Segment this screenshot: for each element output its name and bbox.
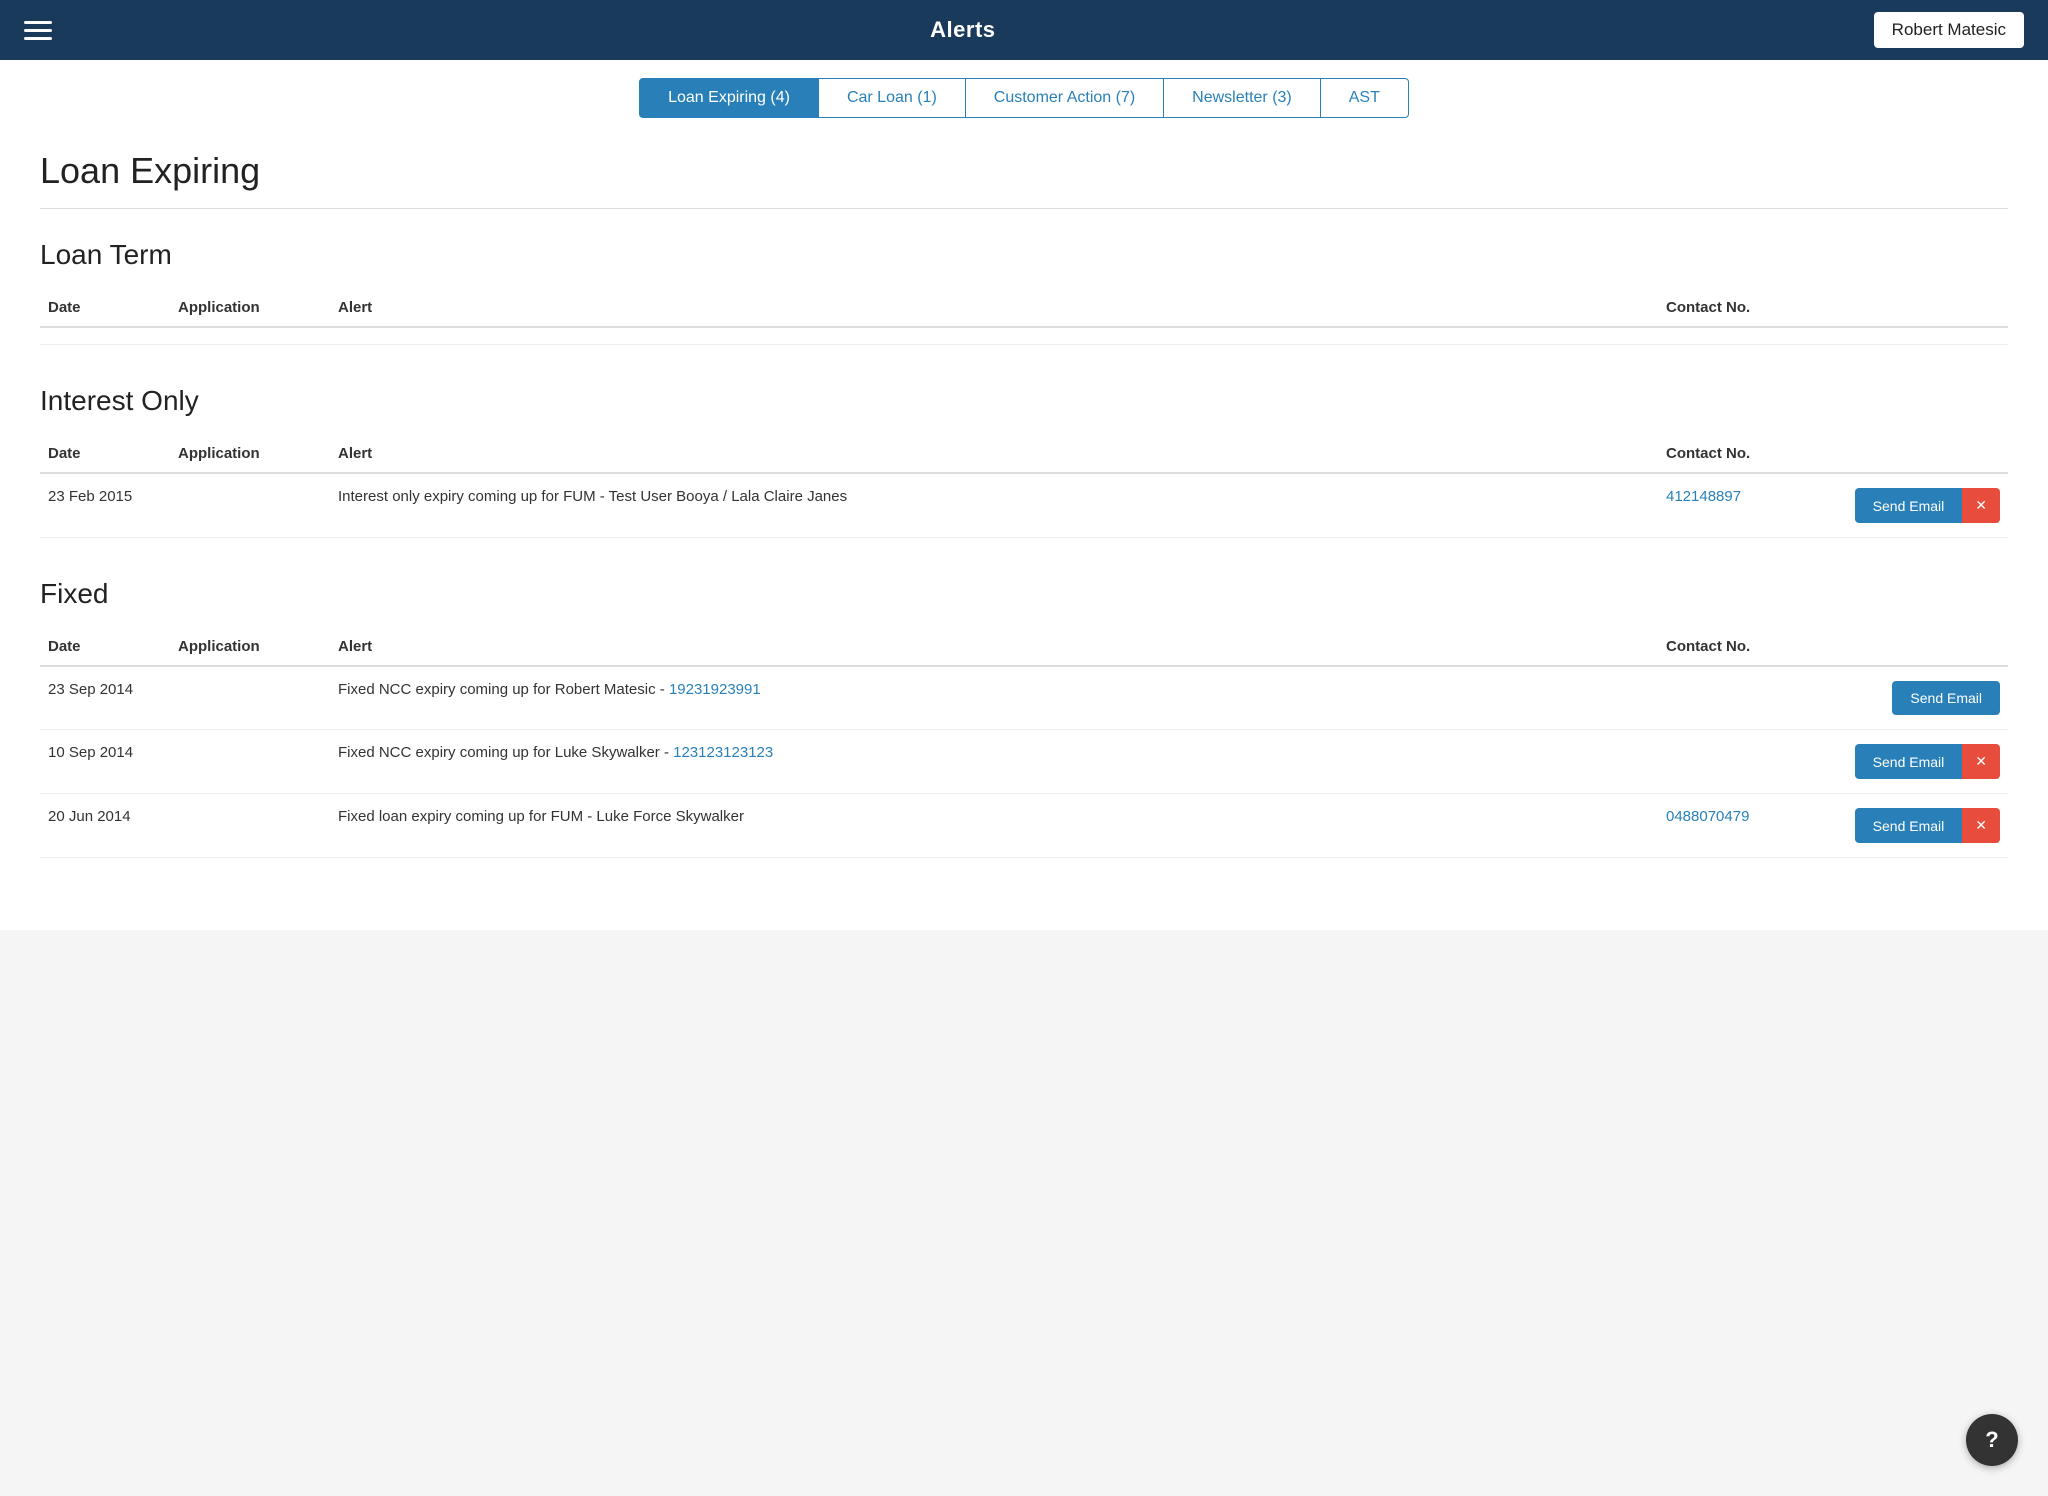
section-loan-term: Loan Term Date Application Alert Contact… bbox=[40, 239, 2008, 345]
section-fixed: Fixed Date Application Alert Contact No.… bbox=[40, 578, 2008, 858]
empty-row bbox=[40, 327, 2008, 345]
col-header-contact-f: Contact No. bbox=[1658, 628, 1818, 666]
cell-date: 23 Feb 2015 bbox=[40, 473, 170, 538]
help-button[interactable]: ? bbox=[1966, 1414, 2018, 1466]
cell-action: Send Email ✕ bbox=[1818, 730, 2008, 794]
cell-alert: Fixed loan expiry coming up for FUM - Lu… bbox=[330, 794, 1658, 858]
col-header-action-io bbox=[1818, 435, 2008, 473]
section-title-interest-only: Interest Only bbox=[40, 385, 2008, 417]
table-row: 10 Sep 2014 Fixed NCC expiry coming up f… bbox=[40, 730, 2008, 794]
section-interest-only: Interest Only Date Application Alert Con… bbox=[40, 385, 2008, 538]
col-header-alert: Alert bbox=[330, 289, 1658, 327]
dismiss-button[interactable]: ✕ bbox=[1962, 808, 2000, 843]
send-email-button[interactable]: Send Email bbox=[1855, 808, 1963, 843]
alert-link[interactable]: 123123123123 bbox=[673, 744, 773, 761]
alert-link[interactable]: 19231923991 bbox=[669, 681, 761, 698]
dismiss-button[interactable]: ✕ bbox=[1962, 488, 2000, 523]
cell-application bbox=[170, 794, 330, 858]
col-header-alert-io: Alert bbox=[330, 435, 1658, 473]
dismiss-button[interactable]: ✕ bbox=[1962, 744, 2000, 779]
col-header-action bbox=[1818, 289, 2008, 327]
cell-alert: Fixed NCC expiry coming up for Luke Skyw… bbox=[330, 730, 1658, 794]
user-badge[interactable]: Robert Matesic bbox=[1874, 12, 2024, 48]
tab-loan-expiring[interactable]: Loan Expiring (4) bbox=[639, 78, 819, 118]
col-header-date-io: Date bbox=[40, 435, 170, 473]
col-header-contact-io: Contact No. bbox=[1658, 435, 1818, 473]
cell-contact bbox=[1658, 666, 1818, 730]
action-group: Send Email bbox=[1826, 681, 2000, 715]
cell-alert: Interest only expiry coming up for FUM -… bbox=[330, 473, 1658, 538]
contact-link[interactable]: 0488070479 bbox=[1666, 808, 1749, 825]
col-header-date-f: Date bbox=[40, 628, 170, 666]
cell-date: 23 Sep 2014 bbox=[40, 666, 170, 730]
col-header-application: Application bbox=[170, 289, 330, 327]
cell-action: Send Email bbox=[1818, 666, 2008, 730]
table-row: 23 Sep 2014 Fixed NCC expiry coming up f… bbox=[40, 666, 2008, 730]
table-interest-only: Date Application Alert Contact No. 23 Fe… bbox=[40, 435, 2008, 538]
section-title-fixed: Fixed bbox=[40, 578, 2008, 610]
tabs-container: Loan Expiring (4) Car Loan (1) Customer … bbox=[639, 78, 1409, 118]
tab-customer-action[interactable]: Customer Action (7) bbox=[966, 78, 1164, 118]
send-email-button[interactable]: Send Email bbox=[1892, 681, 2000, 715]
cell-date: 10 Sep 2014 bbox=[40, 730, 170, 794]
tab-newsletter[interactable]: Newsletter (3) bbox=[1164, 78, 1321, 118]
col-header-alert-f: Alert bbox=[330, 628, 1658, 666]
cell-action: Send Email ✕ bbox=[1818, 794, 2008, 858]
table-fixed: Date Application Alert Contact No. 23 Se… bbox=[40, 628, 2008, 858]
header-title: Alerts bbox=[930, 17, 995, 43]
col-header-date: Date bbox=[40, 289, 170, 327]
table-row: 20 Jun 2014 Fixed loan expiry coming up … bbox=[40, 794, 2008, 858]
cell-contact bbox=[1658, 730, 1818, 794]
header: Alerts Robert Matesic bbox=[0, 0, 2048, 60]
main-content: Loan Expiring Loan Term Date Application… bbox=[0, 118, 2048, 930]
cell-application bbox=[170, 473, 330, 538]
table-loan-term: Date Application Alert Contact No. bbox=[40, 289, 2008, 345]
cell-action: Send Email ✕ bbox=[1818, 473, 2008, 538]
contact-link[interactable]: 412148897 bbox=[1666, 488, 1741, 505]
action-group: Send Email ✕ bbox=[1826, 808, 2000, 843]
cell-alert: Fixed NCC expiry coming up for Robert Ma… bbox=[330, 666, 1658, 730]
action-group: Send Email ✕ bbox=[1826, 744, 2000, 779]
tabs-bar: Loan Expiring (4) Car Loan (1) Customer … bbox=[0, 60, 2048, 118]
tab-car-loan[interactable]: Car Loan (1) bbox=[819, 78, 966, 118]
tab-ast[interactable]: AST bbox=[1321, 78, 1409, 118]
table-row: 23 Feb 2015 Interest only expiry coming … bbox=[40, 473, 2008, 538]
send-email-button[interactable]: Send Email bbox=[1855, 488, 1963, 523]
cell-application bbox=[170, 730, 330, 794]
send-email-button[interactable]: Send Email bbox=[1855, 744, 1963, 779]
col-header-action-f bbox=[1818, 628, 2008, 666]
col-header-application-io: Application bbox=[170, 435, 330, 473]
divider bbox=[40, 208, 2008, 209]
cell-application bbox=[170, 666, 330, 730]
col-header-contact: Contact No. bbox=[1658, 289, 1818, 327]
cell-date: 20 Jun 2014 bbox=[40, 794, 170, 858]
cell-contact: 0488070479 bbox=[1658, 794, 1818, 858]
action-group: Send Email ✕ bbox=[1826, 488, 2000, 523]
section-title-loan-term: Loan Term bbox=[40, 239, 2008, 271]
page-title: Loan Expiring bbox=[40, 150, 2008, 192]
cell-contact: 412148897 bbox=[1658, 473, 1818, 538]
col-header-application-f: Application bbox=[170, 628, 330, 666]
empty-cell bbox=[40, 327, 2008, 345]
menu-button[interactable] bbox=[24, 21, 52, 40]
